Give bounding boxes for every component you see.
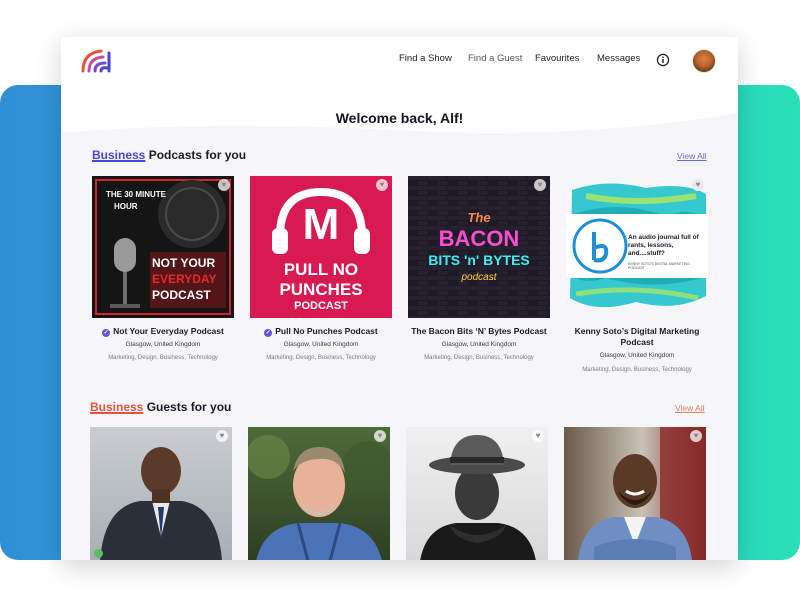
podcast-art-1-top: THE 30 MINUTE bbox=[106, 190, 167, 199]
podcast-card-location-2: Glasgow, United Kingdom bbox=[283, 341, 359, 348]
podcast-art-2-line2: PUNCHES bbox=[279, 280, 363, 299]
favourite-heart-icon[interactable]: ♥ bbox=[216, 430, 228, 442]
nav-favourites[interactable]: Favourites bbox=[535, 53, 579, 64]
podcast-card-location-3: Glasgow, United Kingdom bbox=[441, 341, 517, 348]
verified-check-icon: ✓ bbox=[264, 329, 273, 337]
podcast-card-art-1[interactable]: THE 30 MINUTE HOUR NOT YOUR EVERYDAY POD… bbox=[92, 176, 234, 318]
favourite-heart-icon[interactable]: ♥ bbox=[376, 179, 388, 191]
top-nav: Find a Show Find a Guest Favourites Mess… bbox=[61, 37, 738, 85]
podcast-art-4-sub: KENNY SOTO'S DIGITAL MARKETING PODCAST bbox=[628, 262, 690, 270]
guests-section-title-text: Guests for you bbox=[143, 400, 232, 414]
nav-messages[interactable]: Messages bbox=[597, 53, 640, 64]
podcast-art-3-line2: BACON bbox=[438, 226, 520, 251]
podcast-art-1-line3: PODCAST bbox=[152, 288, 211, 302]
podcast-card-tags-1: Marketing, Design, Business, Technology bbox=[108, 355, 218, 361]
podcast-card-title-2-text: Pull No Punches Podcast bbox=[275, 326, 378, 336]
podcast-card-art-4[interactable]: An audio journal full of rants, lessons,… bbox=[566, 176, 708, 318]
podcast-card-tags-3: Marketing, Design, Business, Technology bbox=[424, 355, 534, 361]
podcast-art-2-m: M bbox=[302, 200, 340, 249]
podcast-card-art-2[interactable]: M PULL NO PUNCHES PODCAST bbox=[250, 176, 392, 318]
nav-find-a-guest[interactable]: Find a Guest bbox=[468, 53, 522, 64]
podcast-card-title-4[interactable]: Kenny Soto’s Digital Marketing Podcast bbox=[557, 326, 717, 348]
podcasts-view-all-link[interactable]: View All bbox=[677, 151, 707, 161]
nav-find-a-show[interactable]: Find a Show bbox=[399, 53, 452, 64]
guest-photo-2-graphic bbox=[248, 435, 390, 560]
podcast-card-location-1: Glasgow, United Kingdom bbox=[125, 341, 201, 348]
favourite-heart-icon[interactable]: ♥ bbox=[692, 179, 704, 191]
info-icon[interactable] bbox=[656, 53, 670, 67]
guests-section-title: Business Guests for you bbox=[90, 400, 231, 414]
guests-view-all-link[interactable]: View All bbox=[675, 403, 705, 413]
podcasts-category-keyword[interactable]: Business bbox=[92, 148, 145, 162]
podcasts-section-title-text: Podcasts for you bbox=[145, 148, 247, 162]
user-avatar[interactable] bbox=[692, 49, 716, 73]
podcasts-section-title: Business Podcasts for you bbox=[92, 148, 246, 162]
podcast-card-tags-4: Marketing, Design, Business, Technology bbox=[582, 367, 692, 373]
favourite-heart-icon[interactable]: ♥ bbox=[374, 430, 386, 442]
podcast-art-1-line1: NOT YOUR bbox=[152, 256, 216, 270]
podcast-card-location-4: Glasgow, United Kingdom bbox=[599, 352, 675, 359]
guest-photo-2[interactable] bbox=[248, 427, 390, 560]
guest-photo-3[interactable] bbox=[406, 427, 548, 560]
favourite-heart-icon[interactable]: ♥ bbox=[534, 179, 546, 191]
podcast-card-title-3[interactable]: The Bacon Bits ‘N’ Bytes Podcast bbox=[399, 326, 559, 337]
logo-icon[interactable] bbox=[81, 47, 115, 73]
podcast-card-title-1[interactable]: ✓ Not Your Everyday Podcast bbox=[83, 326, 243, 337]
podcast-art-1-top2: HOUR bbox=[114, 202, 138, 211]
podcast-art-3-line3: BITS 'n' BYTES bbox=[428, 252, 530, 268]
podcast-art-2-line3: PODCAST bbox=[294, 300, 348, 312]
podcast-card-tags-2: Marketing, Design, Business, Technology bbox=[266, 355, 376, 361]
podcast-art-4-text: An audio journal full of rants, lessons,… bbox=[628, 234, 699, 257]
guest-photo-1[interactable] bbox=[90, 427, 232, 560]
podcast-art-2-line1: PULL NO bbox=[283, 260, 359, 279]
favourite-heart-icon[interactable]: ♥ bbox=[532, 430, 544, 442]
play-icon[interactable] bbox=[94, 549, 103, 558]
guests-category-keyword[interactable]: Business bbox=[90, 400, 143, 414]
podcast-card-title-2[interactable]: ✓ Pull No Punches Podcast bbox=[241, 326, 401, 337]
guest-photo-4[interactable] bbox=[564, 427, 706, 560]
guest-photo-4-graphic bbox=[578, 427, 706, 560]
app-window: Find a Show Find a Guest Favourites Mess… bbox=[61, 37, 738, 560]
guest-photo-1-graphic bbox=[100, 447, 222, 560]
welcome-heading: Welcome back, Alf! bbox=[335, 110, 464, 126]
favourite-heart-icon[interactable]: ♥ bbox=[690, 430, 702, 442]
podcast-art-3-line4: podcast bbox=[461, 272, 497, 283]
favourite-heart-icon[interactable]: ♥ bbox=[218, 179, 230, 191]
podcast-art-3-line1: The bbox=[467, 210, 491, 225]
podcast-card-art-3[interactable]: The BACON BITS 'n' BYTES podcast bbox=[408, 176, 550, 318]
guest-photo-3-graphic bbox=[420, 435, 536, 560]
verified-check-icon: ✓ bbox=[102, 329, 111, 337]
podcast-art-1-line2: EVERYDAY bbox=[152, 272, 217, 286]
podcast-card-title-1-text: Not Your Everyday Podcast bbox=[113, 326, 224, 336]
